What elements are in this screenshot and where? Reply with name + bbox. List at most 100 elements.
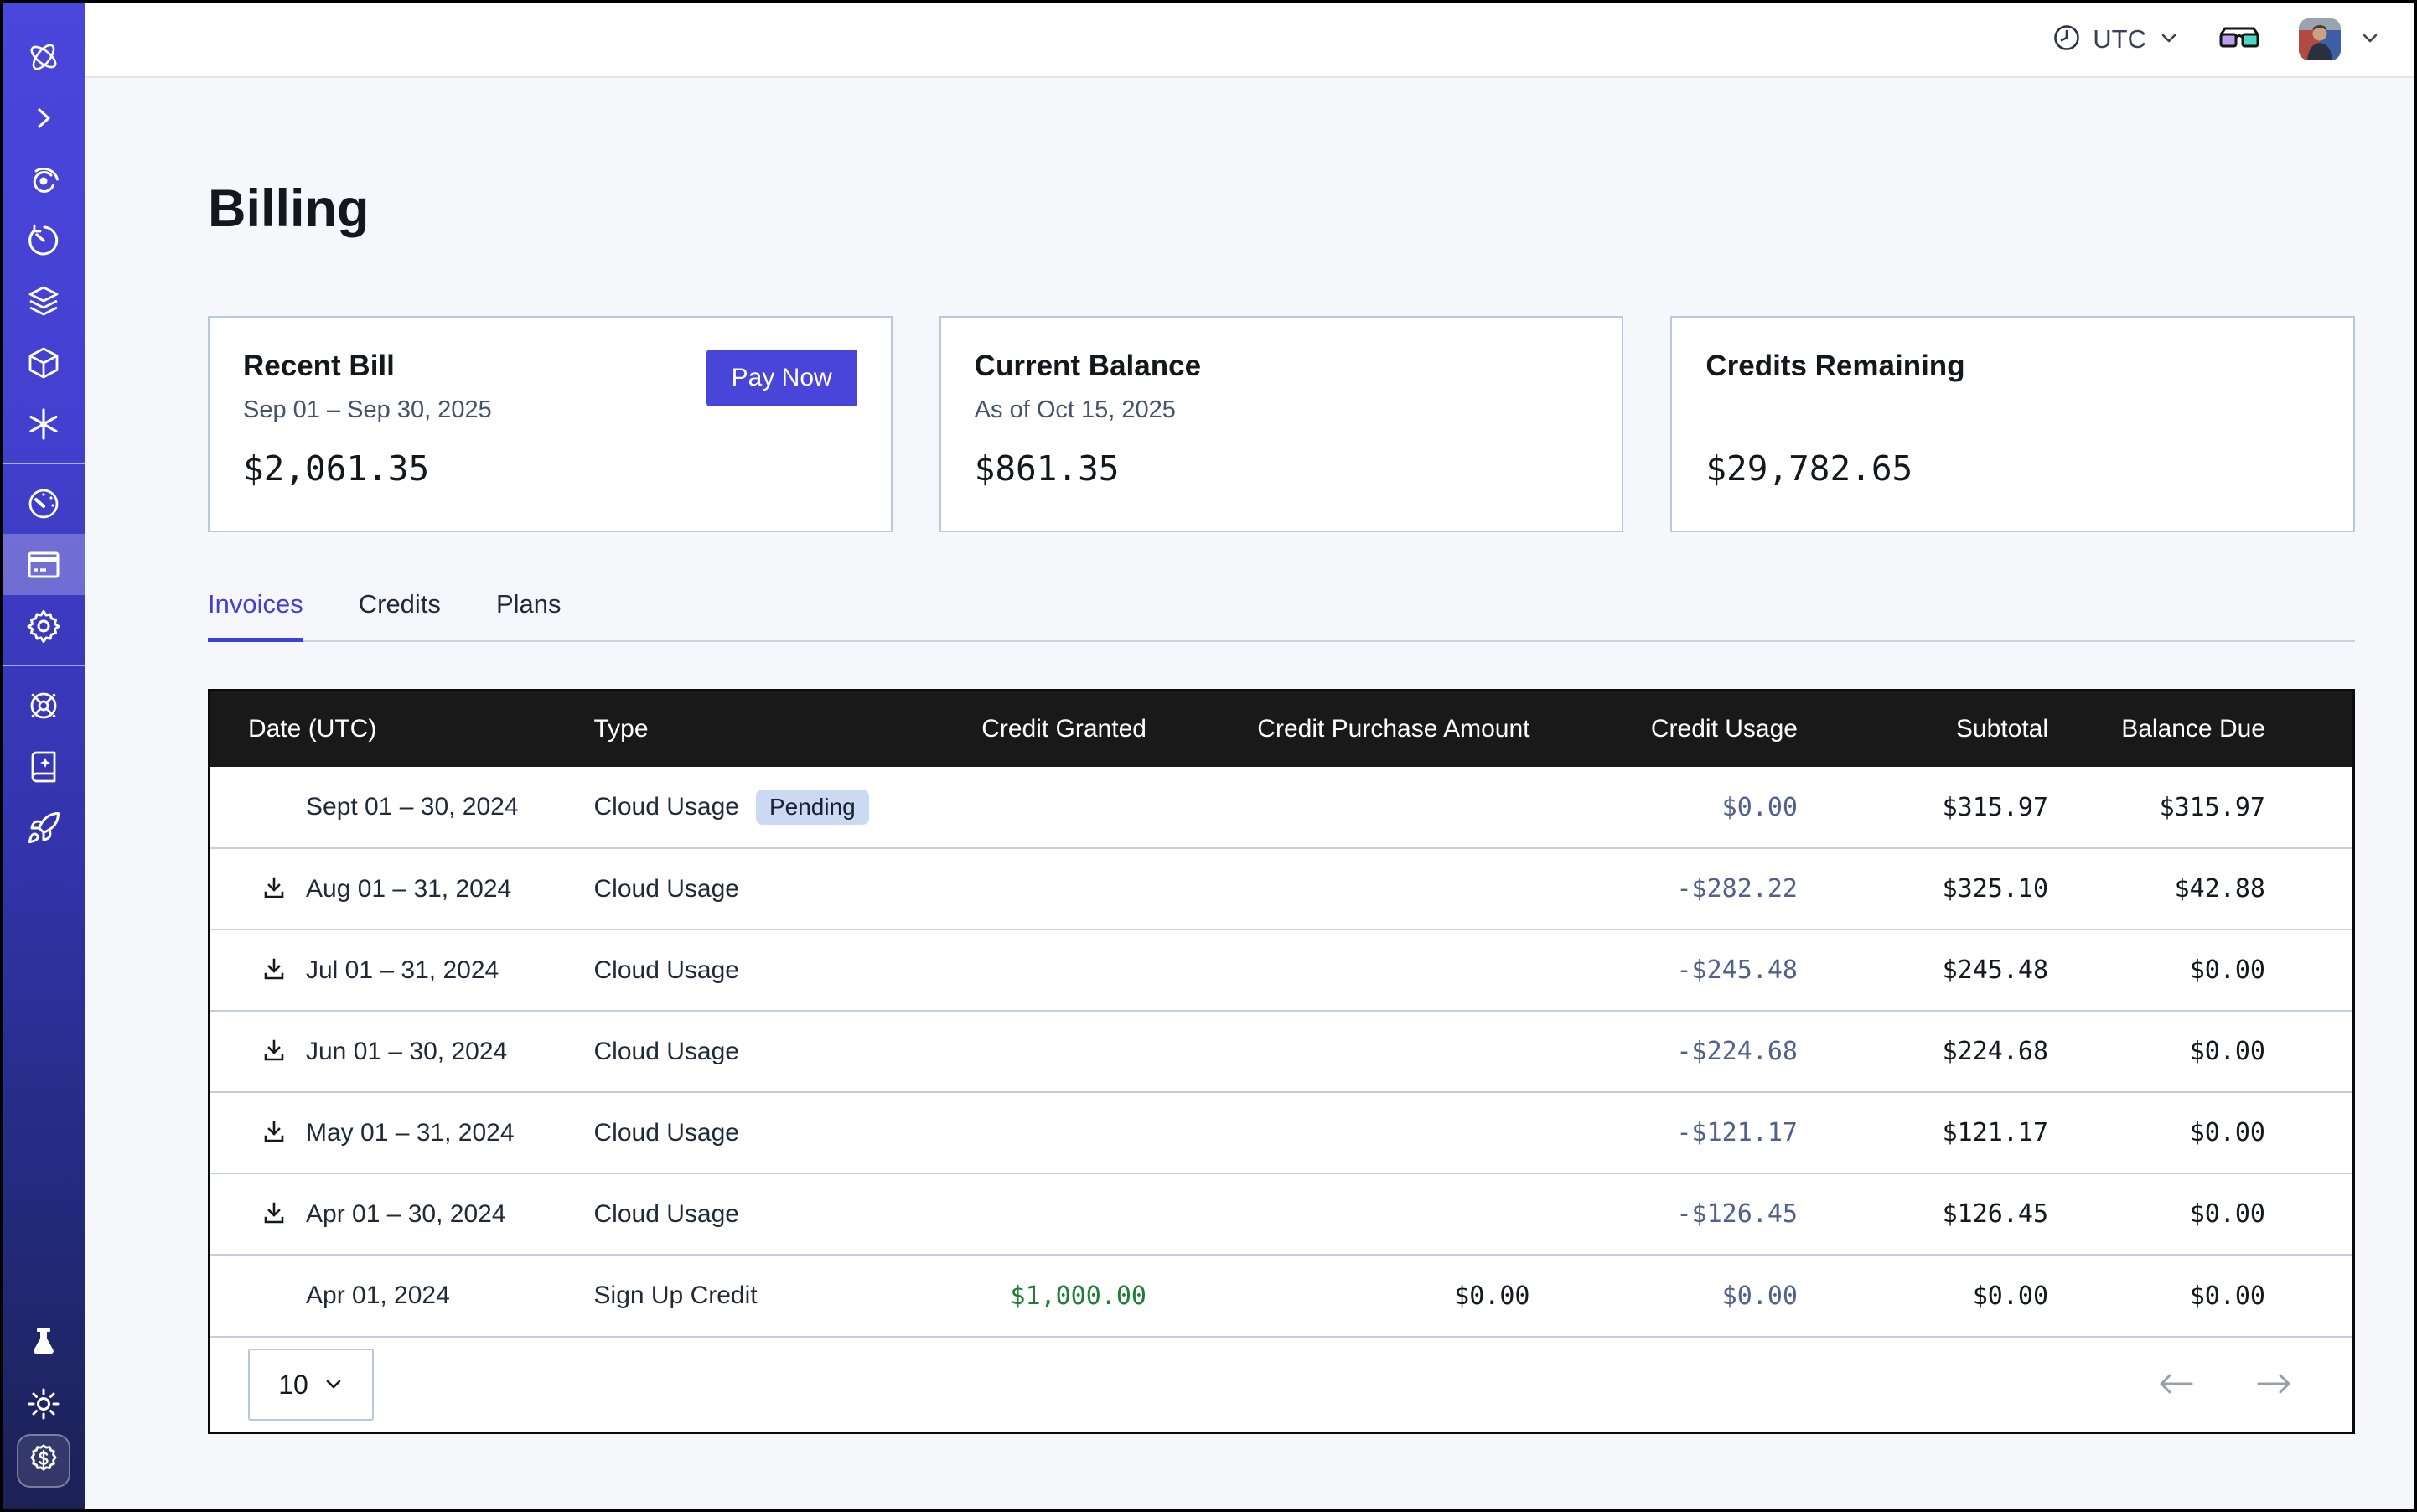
credit-purchase-value (1146, 767, 1530, 848)
reader-mode-toggle[interactable] (2218, 24, 2260, 55)
balance-due-value: $0.00 (2048, 1255, 2352, 1336)
flask-icon (27, 1326, 60, 1359)
timezone-selector[interactable]: UTC (2052, 23, 2180, 56)
invoice-date: Aug 01 – 31, 2024 (306, 875, 511, 904)
download-slot-empty (259, 792, 289, 822)
wheel-icon (26, 688, 61, 723)
sidebar-item-deploy[interactable] (3, 797, 85, 858)
sidebar-item-layers[interactable] (3, 271, 85, 332)
invoice-type: Sign Up Credit (594, 1282, 758, 1310)
prev-page-arrow-icon (2156, 1372, 2195, 1398)
table-footer: 10 (210, 1336, 2352, 1432)
timezone-label: UTC (2093, 24, 2146, 54)
sidebar-item-billing[interactable] (3, 534, 85, 595)
table-header: Date (UTC) Type Credit Granted Credit Pu… (210, 691, 2352, 767)
column-subtotal: Subtotal (1798, 691, 2048, 767)
cube-icon (26, 345, 61, 381)
credits-remaining-card: Credits Remaining $29,782.65 (1670, 316, 2355, 532)
invoices-table: Date (UTC) Type Credit Granted Credit Pu… (208, 689, 2355, 1434)
page-size-select[interactable]: 10 (248, 1349, 374, 1421)
brand-orbit-icon (3, 26, 85, 87)
sidebar-item-functions[interactable] (3, 393, 85, 454)
sidebar-item-usage[interactable] (3, 473, 85, 534)
account-menu[interactable] (2299, 18, 2381, 60)
download-invoice-icon[interactable] (259, 1118, 289, 1148)
dollar-badge-icon (26, 1442, 61, 1481)
balance-due-value: $0.00 (2048, 1011, 2352, 1092)
current-balance-amount: $861.35 (975, 448, 1589, 489)
balance-due-value: $0.00 (2048, 1092, 2352, 1173)
next-page-button[interactable] (2255, 1372, 2294, 1398)
invoice-date: Apr 01 – 30, 2024 (306, 1200, 506, 1229)
credits-button[interactable] (17, 1434, 70, 1488)
current-balance-as-of: As of Oct 15, 2025 (975, 396, 1589, 427)
balance-due-value: $315.97 (2048, 767, 2352, 848)
invoice-type: Cloud Usage (594, 1038, 739, 1066)
main-content: Billing Recent Bill Sep 01 – Sep 30, 202… (85, 80, 2414, 1509)
gear-icon (26, 608, 61, 644)
credits-remaining-title: Credits Remaining (1705, 350, 2320, 383)
download-invoice-icon[interactable] (259, 955, 289, 986)
credits-remaining-amount: $29,782.65 (1705, 448, 2320, 489)
avatar (2299, 18, 2341, 60)
column-balance-due: Balance Due (2048, 691, 2352, 767)
recent-bill-card: Recent Bill Sep 01 – Sep 30, 2025 $2,061… (208, 316, 893, 532)
invoice-row: Jun 01 – 30, 2024 Cloud Usage -$224.68 $… (210, 1011, 2352, 1092)
credit-granted-value (928, 1011, 1146, 1092)
clock-icon (2052, 23, 2081, 56)
balance-due-value: $0.00 (2048, 929, 2352, 1011)
current-balance-title: Current Balance (975, 350, 1589, 383)
sidebar-item-observe[interactable] (3, 148, 85, 210)
sidebar-divider (3, 665, 85, 666)
credit-usage-value: -$121.17 (1529, 1092, 1798, 1173)
tab-invoices[interactable]: Invoices (208, 589, 303, 642)
invoice-date: May 01 – 31, 2024 (306, 1119, 515, 1147)
credit-purchase-value (1146, 848, 1530, 929)
credit-granted-value (928, 929, 1146, 1011)
credit-granted-value (928, 1092, 1146, 1173)
sidebar-item-settings[interactable] (3, 595, 85, 656)
credit-granted-value: $1,000.00 (928, 1255, 1146, 1336)
pay-now-button[interactable]: Pay Now (706, 350, 857, 406)
credit-purchase-value (1146, 1092, 1530, 1173)
subtotal-value: $121.17 (1798, 1092, 2048, 1173)
download-invoice-icon[interactable] (259, 1199, 289, 1230)
sidebar-item-packages[interactable] (3, 332, 85, 393)
history-icon (26, 223, 61, 258)
credit-purchase-value (1146, 1011, 1530, 1092)
pending-status-badge: Pending (756, 790, 869, 825)
billing-card-icon (25, 548, 62, 582)
download-invoice-icon[interactable] (259, 874, 289, 904)
column-credit-usage: Credit Usage (1529, 691, 1798, 767)
download-invoice-icon[interactable] (259, 1037, 289, 1067)
prev-page-button[interactable] (2156, 1372, 2195, 1398)
sidebar-item-docs[interactable] (3, 736, 85, 797)
credit-purchase-value (1146, 929, 1530, 1011)
invoice-row: Jul 01 – 31, 2024 Cloud Usage -$245.48 $… (210, 929, 2352, 1011)
invoice-type: Cloud Usage (594, 793, 739, 821)
chevron-right-icon (28, 103, 59, 133)
credit-granted-value (928, 1173, 1146, 1255)
gauge-icon (26, 486, 61, 521)
column-credit-granted: Credit Granted (928, 691, 1146, 767)
invoice-row: May 01 – 31, 2024 Cloud Usage -$121.17 $… (210, 1092, 2352, 1173)
sidebar-item-hub[interactable] (3, 675, 85, 736)
credits-remaining-sub (1705, 396, 2320, 427)
credit-purchase-value: $0.00 (1146, 1255, 1530, 1336)
invoice-type: Cloud Usage (594, 875, 739, 904)
credit-usage-value: $0.00 (1529, 1255, 1798, 1336)
tab-plans[interactable]: Plans (496, 589, 562, 642)
sidebar-item-labs[interactable] (3, 1312, 85, 1373)
sidebar-item-history[interactable] (3, 210, 85, 271)
next-page-arrow-icon (2255, 1372, 2294, 1398)
layers-icon (25, 283, 62, 320)
invoice-date: Sept 01 – 30, 2024 (306, 793, 519, 821)
tab-credits[interactable]: Credits (359, 589, 441, 642)
sidebar (3, 3, 85, 1509)
sidebar-item-expand[interactable] (3, 87, 85, 148)
glasses-icon (2218, 40, 2260, 54)
sidebar-item-theme[interactable] (3, 1373, 85, 1434)
subtotal-value: $325.10 (1798, 848, 2048, 929)
credit-usage-value: -$224.68 (1529, 1011, 1798, 1092)
billing-tabs: Invoices Credits Plans (208, 589, 2355, 642)
